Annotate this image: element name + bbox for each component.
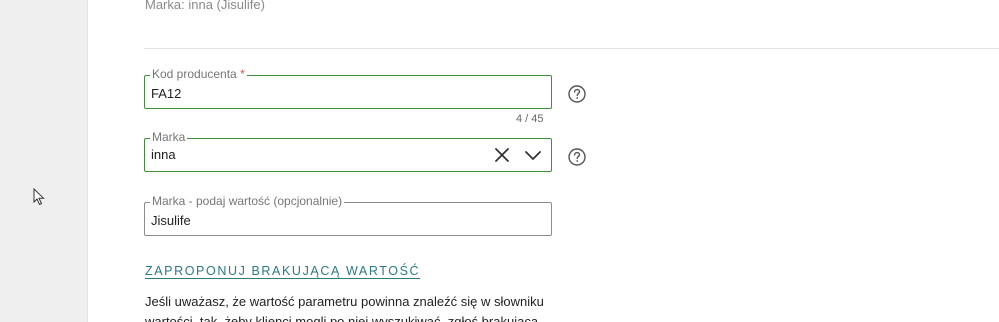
help-icon[interactable] <box>568 85 586 103</box>
brand-custom-input[interactable] <box>151 211 471 229</box>
producer-code-field[interactable]: Kod producenta * <box>144 67 552 109</box>
help-icon[interactable] <box>568 148 586 166</box>
brand-custom-label: Marka - podaj wartość (opcjonalnie) <box>150 194 345 208</box>
product-parameters-panel: Marka: inna (Jisulife) Kod producenta * … <box>88 0 999 322</box>
app-window: Marka: inna (Jisulife) Kod producenta * … <box>0 0 999 322</box>
brand-select-value: inna <box>151 147 176 162</box>
producer-code-input[interactable] <box>151 84 471 102</box>
section-divider <box>144 48 999 49</box>
producer-code-label: Kod producenta * <box>150 67 247 81</box>
brand-label: Marka <box>150 130 188 144</box>
chevron-down-icon[interactable] <box>524 146 542 164</box>
producer-code-char-counter: 4 / 45 <box>516 113 544 125</box>
required-asterisk: * <box>240 67 245 81</box>
clear-icon[interactable] <box>493 146 511 164</box>
mouse-cursor-icon <box>33 188 45 206</box>
left-gutter <box>0 0 88 322</box>
brand-summary: Marka: inna (Jisulife) <box>145 0 265 12</box>
brand-select[interactable]: Marka inna <box>144 130 552 172</box>
suggest-missing-value-link[interactable]: ZAPROPONUJ BRAKUJĄCĄ WARTOŚĆ <box>145 264 420 278</box>
info-text: Jeśli uważasz, że wartość parametru powi… <box>145 294 544 322</box>
brand-custom-field[interactable]: Marka - podaj wartość (opcjonalnie) <box>144 194 552 236</box>
